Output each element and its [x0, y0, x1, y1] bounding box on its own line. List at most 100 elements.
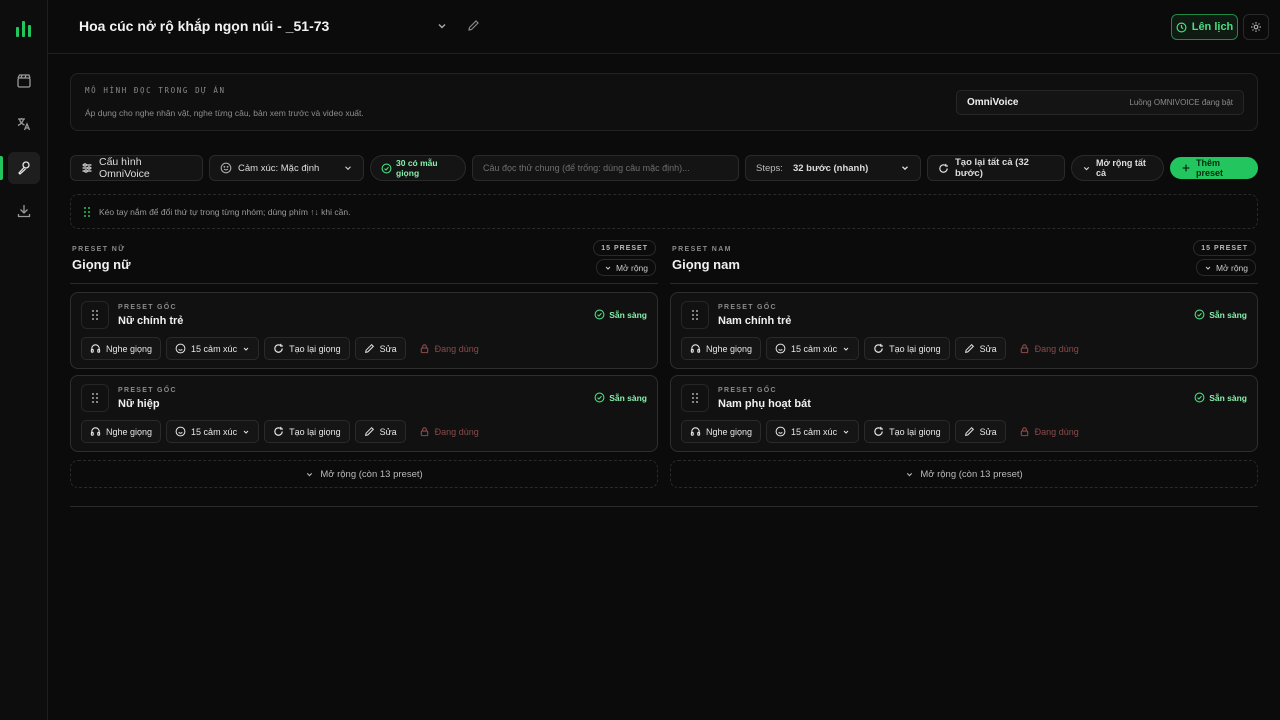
pencil-icon[interactable] [467, 19, 480, 32]
lock-icon [420, 427, 428, 437]
smile-icon [220, 162, 232, 174]
sidebar-item-export[interactable] [8, 195, 40, 227]
sidebar [0, 0, 48, 720]
listen-button[interactable]: Nghe giọng [81, 337, 162, 360]
preset-card: PRESET GỐC Nam chính trẻ Sẵn sàng Nghe g… [670, 292, 1258, 369]
drag-handle[interactable] [81, 384, 109, 412]
edit-label: Sửa [379, 426, 397, 437]
model-select[interactable]: OmniVoice Luồng OMNIVOICE đang bật [956, 90, 1244, 115]
status-badge: Sẵn sàng [594, 309, 647, 320]
chevron-down-icon [605, 266, 611, 270]
pencil-icon [964, 426, 974, 436]
chevron-down-icon [243, 347, 249, 351]
listen-label: Nghe giọng [106, 426, 153, 437]
regenerate-label: Tạo lại giọng [889, 426, 941, 437]
smile-icon [775, 343, 786, 354]
drag-handle[interactable] [681, 301, 709, 329]
samples-badge: 30 có mẫu giọng [370, 155, 466, 181]
clapperboard-icon [16, 73, 32, 89]
preset-count-badge: 15 PRESET [1193, 240, 1256, 256]
edit-button[interactable]: Sửa [354, 420, 406, 443]
status-label: Sẵn sàng [1209, 309, 1247, 320]
app-logo-icon[interactable] [13, 17, 35, 39]
sidebar-item-voice[interactable] [8, 152, 40, 184]
regenerate-all-button[interactable]: Tạo lại tất cả (32 bước) [927, 155, 1065, 181]
column-expand-button[interactable]: Mở rộng [1195, 259, 1256, 276]
chevron-down-icon[interactable] [436, 20, 448, 32]
column-female: PRESET NỮ Giọng nữ 15 PRESET Mở rộng PRE… [70, 238, 658, 488]
samples-badge-label: 30 có mẫu giọng [396, 158, 438, 178]
emotions-label: 15 cảm xúc [791, 343, 838, 354]
headphones-icon [690, 344, 701, 353]
edit-button[interactable]: Sửa [354, 337, 406, 360]
clock-icon [1176, 22, 1187, 33]
listen-button[interactable]: Nghe giọng [81, 420, 162, 443]
regenerate-voice-button[interactable]: Tạo lại giọng [264, 420, 350, 443]
omnivoice-config-button[interactable]: Cấu hình OmniVoice [70, 155, 203, 181]
listen-label: Nghe giọng [706, 426, 753, 437]
chevron-down-icon [843, 347, 849, 351]
sidebar-item-translate[interactable] [8, 108, 40, 140]
show-more-label: Mở rộng (còn 13 preset) [320, 468, 423, 480]
emotions-dropdown[interactable]: 15 cảm xúc [766, 420, 860, 443]
refresh-icon [274, 343, 283, 353]
listen-button[interactable]: Nghe giọng [681, 420, 762, 443]
preset-name: Nam chính trẻ [718, 315, 792, 327]
settings-button[interactable] [1243, 14, 1269, 40]
preset-kicker: PRESET GỐC [718, 387, 777, 394]
sample-sentence-field[interactable] [472, 155, 739, 181]
show-more-button[interactable]: Mở rộng (còn 13 preset) [70, 460, 658, 488]
refresh-icon [874, 426, 883, 436]
top-bar: Hoa cúc nở rộ khắp ngọn núi - _51-73 Lên… [48, 0, 1280, 54]
column-male: PRESET NAM Giọng nam 15 PRESET Mở rộng P… [670, 238, 1258, 488]
headphones-icon [690, 427, 701, 436]
regenerate-voice-button[interactable]: Tạo lại giọng [264, 337, 350, 360]
schedule-button[interactable]: Lên lịch [1171, 14, 1238, 40]
emotions-dropdown[interactable]: 15 cảm xúc [766, 337, 860, 360]
column-header: PRESET NỮ Giọng nữ 15 PRESET Mở rộng [70, 238, 658, 284]
listen-label: Nghe giọng [106, 343, 153, 354]
schedule-label: Lên lịch [1191, 21, 1234, 33]
model-panel-label: MÔ HÌNH ĐỌC TRONG DỰ ÁN [85, 86, 226, 95]
refresh-icon [874, 343, 883, 353]
listen-label: Nghe giọng [706, 343, 753, 354]
in-use-label: Đang dùng [434, 343, 479, 354]
pencil-icon [364, 426, 374, 436]
expand-all-label: Mở rộng tất cả [1096, 158, 1146, 178]
preset-name: Nữ chính trẻ [118, 315, 184, 327]
show-more-button[interactable]: Mở rộng (còn 13 preset) [670, 460, 1258, 488]
listen-button[interactable]: Nghe giọng [681, 337, 762, 360]
sidebar-item-projects[interactable] [8, 65, 40, 97]
model-select-value: OmniVoice [967, 97, 1019, 108]
edit-button[interactable]: Sửa [954, 420, 1006, 443]
emotions-label: 15 cảm xúc [191, 426, 238, 437]
gear-icon [1250, 21, 1262, 33]
steps-select[interactable]: Steps: 32 bước (nhanh) [745, 155, 921, 181]
emotions-dropdown[interactable]: 15 cảm xúc [166, 337, 260, 360]
voice-tool-icon [16, 160, 32, 176]
column-expand-button[interactable]: Mở rộng [595, 259, 656, 276]
drag-handle[interactable] [81, 301, 109, 329]
smile-icon [175, 426, 186, 437]
sample-sentence-input[interactable] [483, 163, 728, 173]
emotions-dropdown[interactable]: 15 cảm xúc [166, 420, 260, 443]
in-use-button: Đang dùng [1011, 337, 1087, 360]
drag-handle-icon [692, 393, 698, 403]
edit-button[interactable]: Sửa [954, 337, 1006, 360]
drag-handle-icon [92, 393, 98, 403]
regenerate-voice-button[interactable]: Tạo lại giọng [864, 337, 950, 360]
emotion-select[interactable]: Cảm xúc: Mặc định [209, 155, 364, 181]
divider [70, 506, 1258, 507]
status-label: Sẵn sàng [609, 392, 647, 403]
status-label: Sẵn sàng [609, 309, 647, 320]
steps-label: Steps: [756, 162, 783, 174]
preset-kicker: PRESET GỐC [718, 304, 777, 311]
regenerate-voice-button[interactable]: Tạo lại giọng [864, 420, 950, 443]
expand-all-button[interactable]: Mở rộng tất cả [1071, 155, 1164, 181]
reorder-hint-text: Kéo tay nắm để đổi thứ tự trong từng nhó… [99, 206, 351, 217]
drag-handle[interactable] [681, 384, 709, 412]
add-preset-button[interactable]: Thêm preset [1170, 157, 1258, 179]
headphones-icon [90, 427, 101, 436]
model-panel-description: Áp dụng cho nghe nhân vật, nghe từng câu… [85, 108, 364, 118]
app-root: Hoa cúc nở rộ khắp ngọn núi - _51-73 Lên… [0, 0, 1280, 720]
